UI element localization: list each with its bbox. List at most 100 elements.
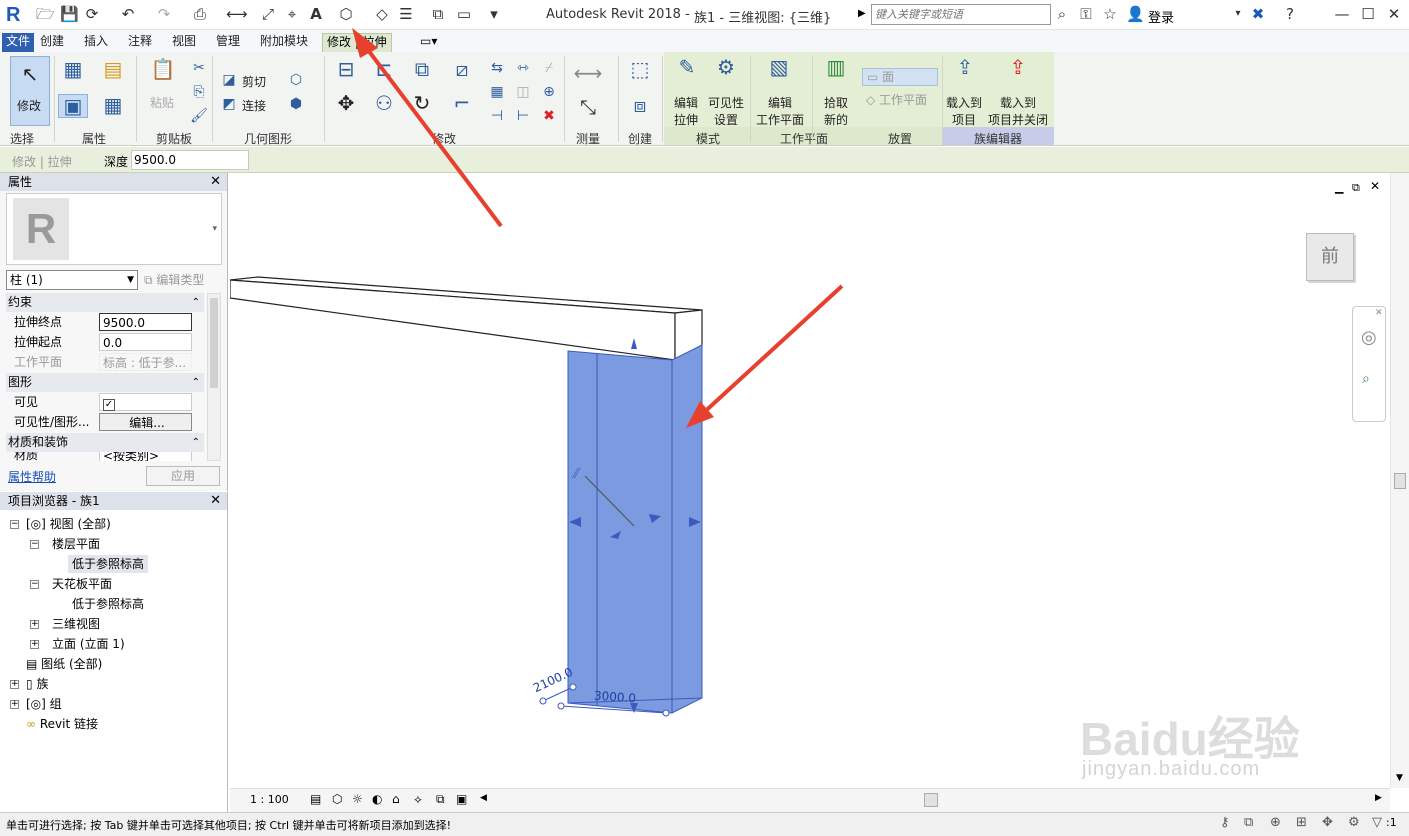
delete-icon[interactable]: ✖ xyxy=(540,108,558,124)
tree-3d-views[interactable]: 三维视图 xyxy=(52,615,100,633)
type-properties-icon[interactable]: ▦ xyxy=(98,94,128,116)
print-icon[interactable]: ⎙ xyxy=(192,6,208,22)
group-materials[interactable]: 材质和装饰 ⌃ xyxy=(6,433,204,452)
expand-icon[interactable]: + xyxy=(10,680,19,689)
customize-qat-icon[interactable]: ▾ xyxy=(486,6,502,22)
help-search-input[interactable] xyxy=(871,4,1051,25)
thin-lines-icon[interactable]: ☰ xyxy=(398,6,414,22)
join-geometry-label[interactable]: 连接 xyxy=(242,97,266,114)
cut-geometry-label[interactable]: 剪切 xyxy=(242,73,266,90)
exchange-apps-icon[interactable]: ✖ xyxy=(1250,6,1266,22)
tree-ceiling-plans[interactable]: 天花板平面 xyxy=(52,575,112,593)
edit-workplane-label-1[interactable]: 编辑 xyxy=(768,94,792,111)
scroll-right-icon[interactable]: ▶ xyxy=(1375,793,1382,803)
settings-gear-icon[interactable]: ⚙ xyxy=(1348,815,1360,830)
login-link[interactable]: 登录 xyxy=(1148,7,1174,26)
close-hidden-icon[interactable]: ⧉ xyxy=(430,6,446,22)
group-constraints[interactable]: 约束 ⌃ xyxy=(6,293,204,312)
edit-type-button[interactable]: ⧉ 编辑类型 xyxy=(144,270,222,290)
load-into-project-label-1[interactable]: 载入到 xyxy=(946,94,982,111)
help-icon[interactable]: ? xyxy=(1282,6,1298,22)
material-value[interactable]: <按类别> xyxy=(99,452,192,461)
properties-icon[interactable]: ▣ xyxy=(58,94,88,118)
expand-icon[interactable]: + xyxy=(30,620,39,629)
view-restore-icon[interactable]: ⧉ xyxy=(1352,181,1360,195)
show-crop-icon[interactable]: ⧉ xyxy=(436,792,445,807)
close-icon[interactable]: ✕ xyxy=(210,173,221,191)
select-by-face-icon[interactable]: ⊞ xyxy=(1296,815,1307,830)
join-dropdown-icon[interactable]: ⬡ xyxy=(288,72,304,88)
rotate-icon[interactable]: ↻ xyxy=(408,92,436,114)
tree-families[interactable]: ▯ 族 xyxy=(26,675,48,693)
tree-floor-plans[interactable]: 楼层平面 xyxy=(52,535,100,553)
pick-new-label-2[interactable]: 新的 xyxy=(824,111,848,128)
paint-icon[interactable]: ⬢ xyxy=(288,96,304,112)
visibility-edit-button[interactable]: 编辑... xyxy=(99,413,192,431)
collapse-icon[interactable]: − xyxy=(30,540,39,549)
offset-icon[interactable]: ⊏ xyxy=(370,58,398,80)
cut-scissors-icon[interactable]: ✂ xyxy=(190,60,208,76)
measure-icon[interactable]: ⟷ xyxy=(226,6,248,22)
sun-path-icon[interactable]: ☼ xyxy=(352,792,363,806)
cut-geometry-icon[interactable]: ◪ xyxy=(220,72,238,88)
depth-input[interactable] xyxy=(131,150,249,170)
mirror-draw-axis-icon[interactable]: ⧄ xyxy=(448,58,476,80)
search-arrow-icon[interactable]: ▶ xyxy=(858,8,866,19)
tab-addins[interactable]: 附加模块 xyxy=(256,33,312,52)
scale-icon[interactable]: ◫ xyxy=(514,84,532,100)
tree-groups[interactable]: [◎] 组 xyxy=(26,695,62,713)
aligned-dimension-icon[interactable]: ⤡ xyxy=(568,96,608,118)
section-icon[interactable]: ◇ xyxy=(374,6,390,22)
mirror-pick-axis-icon[interactable]: ⧉ xyxy=(408,58,436,80)
save-icon[interactable]: 💾 xyxy=(60,6,79,22)
steering-wheel-icon[interactable]: ◎ xyxy=(1361,327,1377,348)
tree-floor-plan-ref-level[interactable]: 低于参照标高 xyxy=(68,555,149,573)
split-icon[interactable]: ⇆ xyxy=(488,60,506,76)
revit-logo-icon[interactable]: R xyxy=(6,4,26,26)
apply-button[interactable]: 应用 xyxy=(146,466,220,486)
load-into-project-label-2[interactable]: 项目 xyxy=(952,111,976,128)
family-category-icon[interactable]: ▤ xyxy=(98,58,128,80)
tree-views-all[interactable]: [◎] 视图 (全部) xyxy=(26,515,111,533)
collapse-icon[interactable]: − xyxy=(30,580,39,589)
extend-icon[interactable]: ⊢ xyxy=(514,108,532,124)
sync-icon[interactable]: ⟳ xyxy=(84,6,100,22)
visible-checkbox[interactable]: ✓ xyxy=(103,399,115,411)
switch-windows-icon[interactable]: ▭ xyxy=(456,6,472,22)
tree-ceiling-plan-ref-level[interactable]: 低于参照标高 xyxy=(72,595,144,613)
close-icon[interactable]: ✕ xyxy=(1386,6,1402,22)
copy-element-icon[interactable]: ⚇ xyxy=(370,92,398,114)
tag-icon[interactable]: ⌖ xyxy=(284,6,300,22)
vertical-scroll-thumb[interactable] xyxy=(1394,473,1406,489)
tab-insert[interactable]: 插入 xyxy=(80,33,112,52)
split-gap-icon[interactable]: ⇿ xyxy=(514,60,532,76)
scroll-down-icon[interactable]: ▼ xyxy=(1396,773,1403,783)
tab-annotate[interactable]: 注释 xyxy=(124,33,156,52)
dimension-value-2[interactable]: 3000.0 xyxy=(594,689,637,706)
extrusion-end-input[interactable]: 9500.0 xyxy=(99,313,192,331)
tab-file[interactable]: 文件 xyxy=(2,33,35,52)
minimize-icon[interactable]: — xyxy=(1334,6,1350,22)
unpin-icon[interactable]: ⌿ xyxy=(540,60,558,76)
dropdown-icon[interactable]: ▾ xyxy=(1230,6,1246,22)
trim-extend-icon[interactable]: ⊣ xyxy=(488,108,506,124)
open-icon[interactable]: 🗁 xyxy=(36,6,55,22)
text-icon[interactable]: A xyxy=(308,6,324,22)
visual-style-icon[interactable]: ⬡ xyxy=(332,792,342,806)
select-pinned-icon[interactable]: ⊕ xyxy=(1270,815,1281,830)
select-underlay-icon[interactable]: ⧉ xyxy=(1244,815,1253,830)
panel-toggle-icon[interactable]: ▭▾ xyxy=(420,34,437,48)
maximize-icon[interactable]: ☐ xyxy=(1360,6,1376,22)
load-into-project-icon[interactable]: ⇪ xyxy=(948,56,982,78)
tab-view[interactable]: 视图 xyxy=(168,33,200,52)
modify-button[interactable]: ↖ 修改 xyxy=(10,56,50,126)
edit-workplane-label-2[interactable]: 工作平面 xyxy=(756,111,804,128)
binoculars-icon[interactable]: ⌕ xyxy=(1054,6,1070,22)
viewcube[interactable]: 前 xyxy=(1306,233,1354,281)
tree-elevations[interactable]: 立面 (立面 1) xyxy=(52,635,125,653)
extrusion-start-input[interactable]: 0.0 xyxy=(99,333,192,351)
shadows-icon[interactable]: ◐ xyxy=(372,792,382,806)
scroll-left-icon[interactable]: ◀ xyxy=(480,793,487,803)
view-scale[interactable]: 1 : 100 xyxy=(250,793,289,806)
load-and-close-label-2[interactable]: 项目并关闭 xyxy=(988,111,1048,128)
